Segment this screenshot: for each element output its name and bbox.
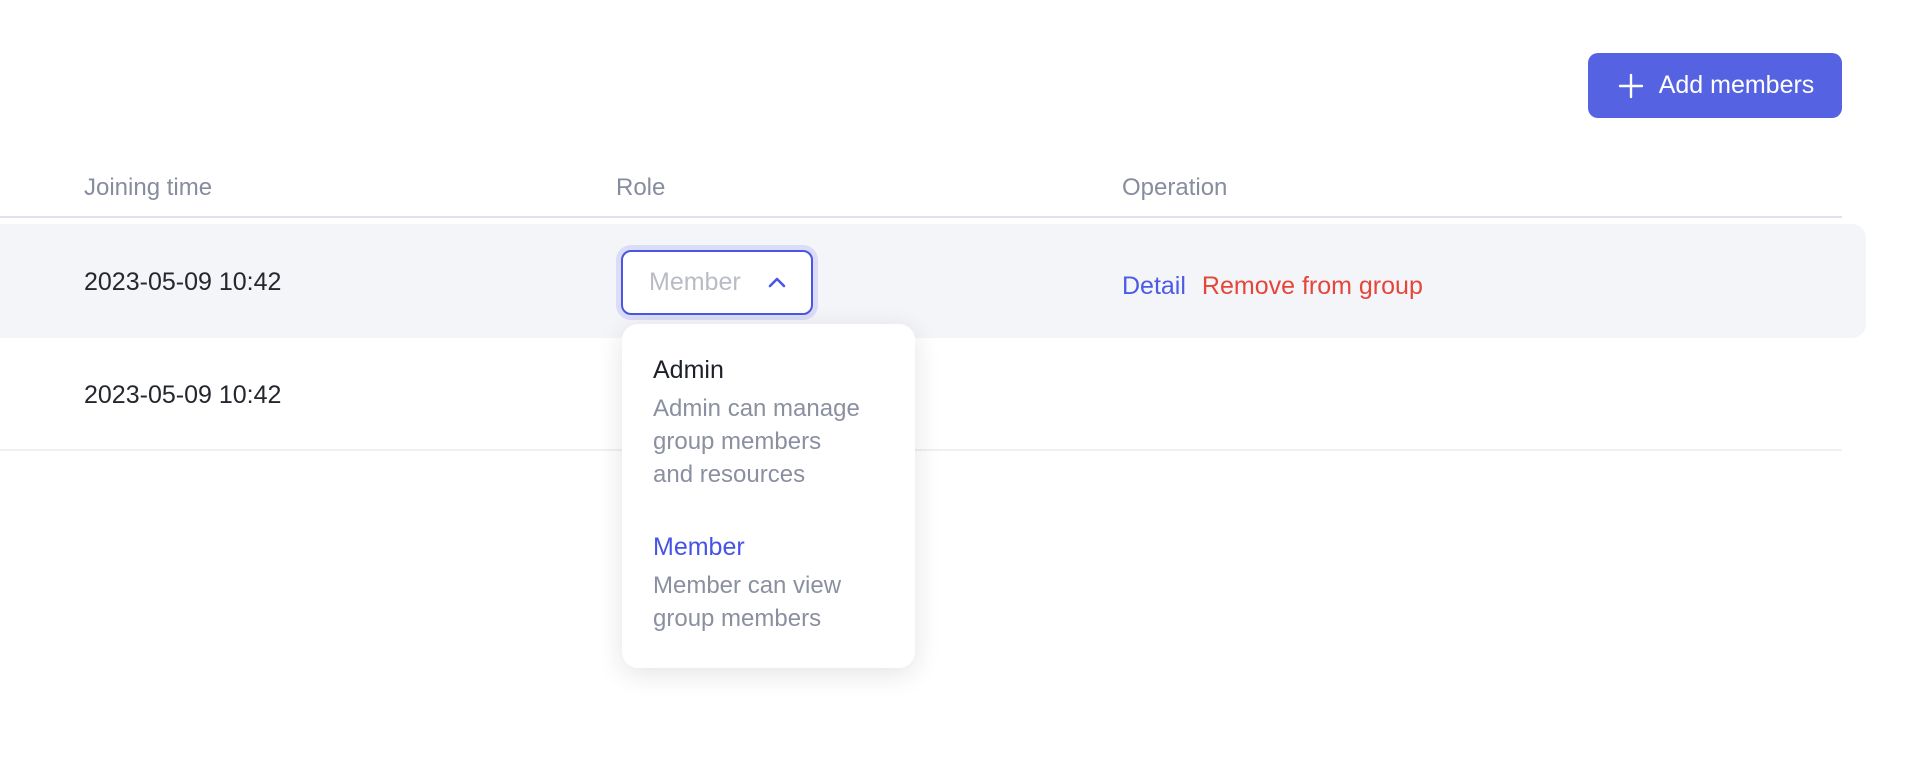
operation-cell: Detail Remove from group: [1122, 272, 1423, 301]
role-option-description: and resources: [653, 458, 889, 491]
add-members-label: Add members: [1659, 71, 1815, 100]
plus-icon: [1616, 71, 1646, 101]
header-divider: [0, 216, 1842, 218]
row-divider: [0, 449, 1842, 451]
add-members-button[interactable]: Add members: [1588, 53, 1842, 118]
detail-link[interactable]: Detail: [1122, 272, 1186, 301]
chevron-up-icon: [765, 271, 789, 295]
role-option-title: Member: [653, 531, 889, 563]
column-header-operation: Operation: [1122, 174, 1227, 202]
joining-time-cell: 2023-05-09 10:42: [84, 268, 281, 297]
role-option-admin[interactable]: Admin Admin can manage group members and…: [653, 354, 889, 491]
column-header-role: Role: [616, 174, 665, 202]
role-option-description: group members: [653, 602, 889, 635]
role-option-description: Admin can manage: [653, 392, 889, 425]
role-option-title: Admin: [653, 354, 889, 386]
remove-from-group-link[interactable]: Remove from group: [1202, 272, 1423, 301]
role-option-member[interactable]: Member Member can view group members: [653, 531, 889, 635]
joining-time-cell: 2023-05-09 10:42: [84, 381, 281, 410]
column-header-joining-time: Joining time: [84, 174, 212, 202]
role-dropdown-panel: Admin Admin can manage group members and…: [622, 324, 915, 668]
role-option-description: group members: [653, 425, 889, 458]
role-select-value: Member: [649, 268, 741, 297]
role-select-trigger[interactable]: Member: [621, 250, 813, 315]
role-option-description: Member can view: [653, 569, 889, 602]
